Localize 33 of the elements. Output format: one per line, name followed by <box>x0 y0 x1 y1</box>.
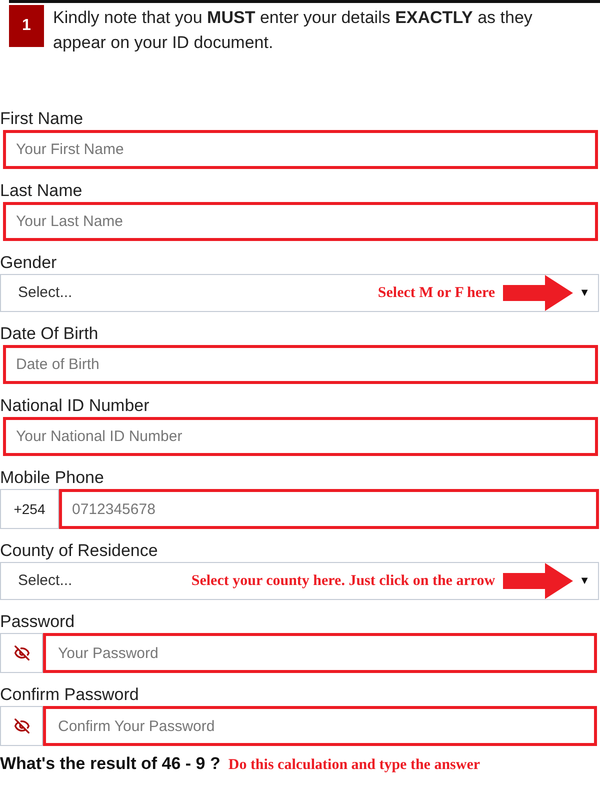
select-field[interactable]: Select... Select M or F here ▼ <box>0 274 599 312</box>
caret-icon: ▼ <box>579 572 590 590</box>
arrow-annotation <box>503 563 574 599</box>
question-text: What's the result of 46 - 9 ? <box>0 753 220 775</box>
password-field[interactable]: Confirm Your Password <box>43 706 597 746</box>
caret-icon: ▼ <box>579 284 590 302</box>
password-field[interactable]: Your Password <box>43 633 597 673</box>
input-field[interactable]: Your National ID Number <box>3 417 598 456</box>
notice-text: Kindly note that you MUST enter your details EXACTLY as they appear on your ID document. <box>53 7 534 54</box>
eye-off-icon[interactable] <box>0 706 43 746</box>
field-label: Mobile Phone <box>0 467 105 489</box>
annotation-note: Do this calculation and type the answer <box>228 756 480 775</box>
field-label: National ID Number <box>0 395 150 417</box>
step-badge: 1 <box>9 5 44 47</box>
input-field[interactable]: Date of Birth <box>3 345 598 384</box>
eye-off-icon[interactable] <box>0 633 43 673</box>
select-value: Select... <box>18 570 72 591</box>
annotation-note: Select your county here. Just click on the arrow <box>191 572 496 591</box>
select-value: Select... <box>18 282 72 303</box>
phone-field[interactable]: 0712345678 <box>59 489 599 529</box>
field-label: County of Residence <box>0 540 159 562</box>
field-label: Password <box>0 611 76 633</box>
field-label: Confirm Password <box>0 684 140 706</box>
country-code: +254 <box>0 489 59 529</box>
arrow-annotation <box>503 275 574 311</box>
field-label: Last Name <box>0 180 84 202</box>
field-label: Gender <box>0 252 58 274</box>
field-label: First Name <box>0 108 84 130</box>
select-field[interactable]: Select... Select your county here. Just click on the arrow ▼ <box>0 562 599 600</box>
input-field[interactable]: Your First Name <box>3 130 598 169</box>
input-field[interactable]: Your Last Name <box>3 202 598 241</box>
annotation-note: Select M or F here <box>378 284 496 303</box>
field-label: Date Of Birth <box>0 323 100 345</box>
